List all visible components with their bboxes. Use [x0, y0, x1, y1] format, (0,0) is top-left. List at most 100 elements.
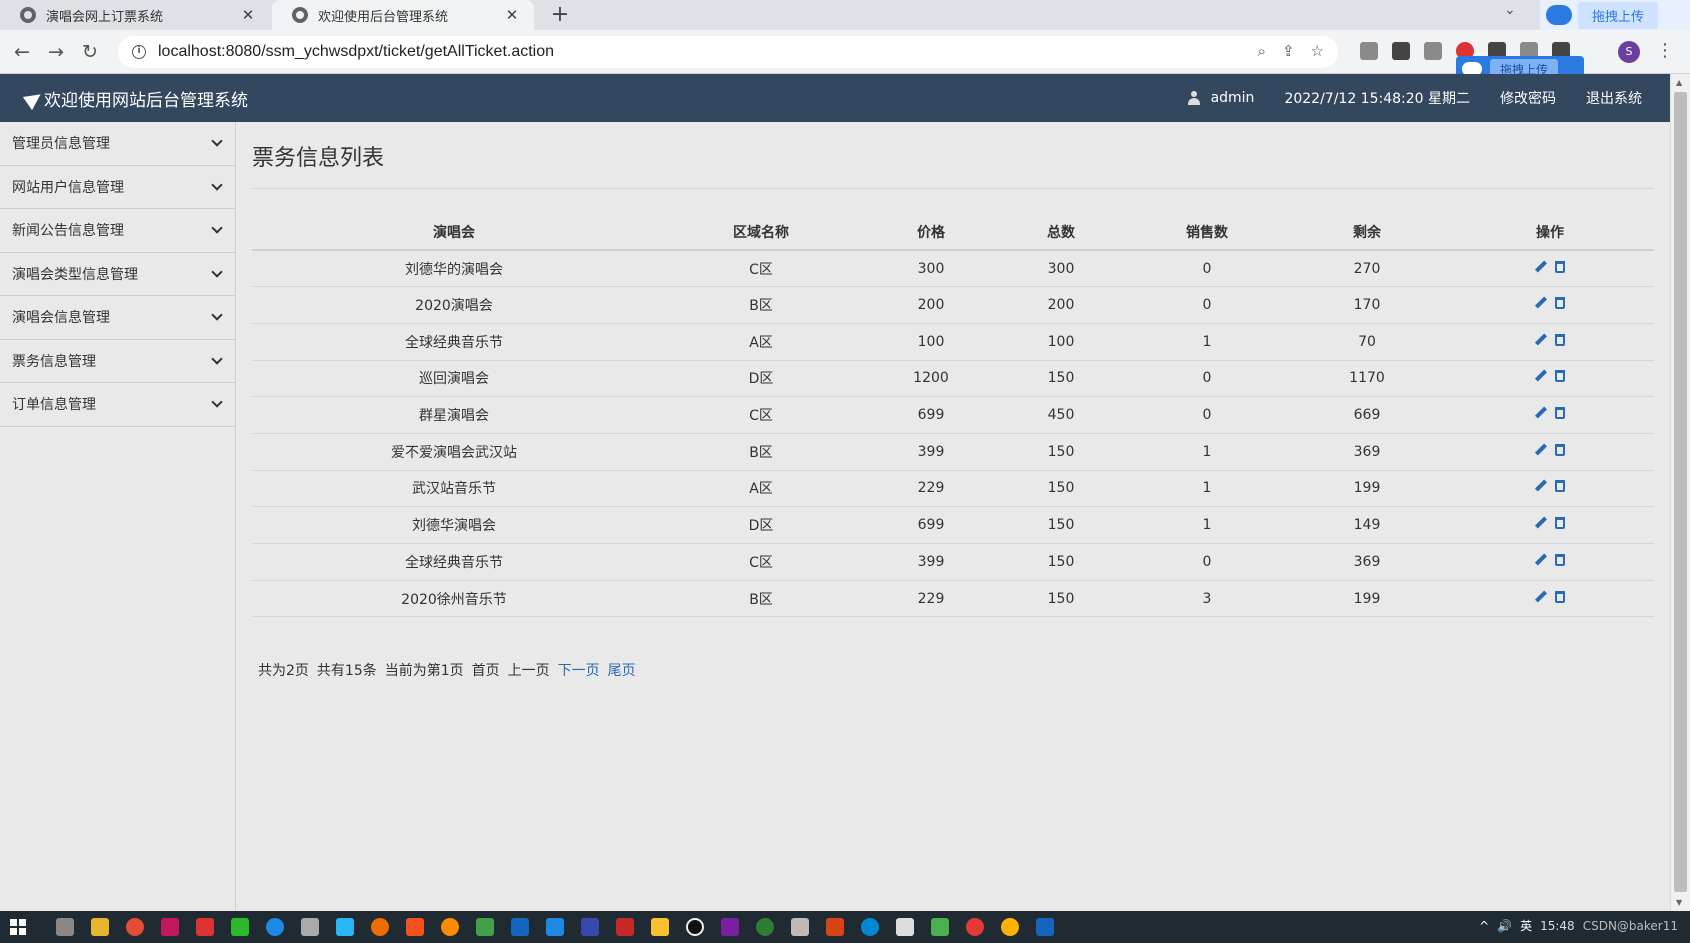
pager-next-link[interactable]: 下一页 [558, 660, 600, 680]
star-icon[interactable]: ☆ [1311, 42, 1324, 60]
app-icon[interactable] [581, 918, 599, 936]
more-menu-icon[interactable]: ⋮ [1656, 40, 1674, 61]
taskbar-clock[interactable]: 15:48 [1540, 919, 1575, 933]
cloud-icon [1546, 5, 1572, 25]
pager-last-link[interactable]: 尾页 [608, 660, 636, 680]
sidebar-item-concerts[interactable]: 演唱会信息管理 [0, 296, 235, 340]
chrome-icon[interactable] [126, 918, 144, 936]
qq-icon[interactable] [196, 918, 214, 936]
edit-icon[interactable] [1535, 554, 1547, 566]
app-icon[interactable] [791, 918, 809, 936]
app-icon[interactable] [651, 918, 669, 936]
sidebar-item-users[interactable]: 网站用户信息管理 [0, 166, 235, 209]
url-input[interactable]: i localhost:8080/ssm_ychwsdpxt/ticket/ge… [118, 36, 1338, 68]
trash-icon[interactable] [1555, 517, 1565, 530]
browser-tab-1[interactable]: 演唱会网上订票系统 ✕ [0, 0, 270, 30]
trash-icon[interactable] [1555, 553, 1565, 566]
sidebar-item-orders[interactable]: 订单信息管理 [0, 383, 235, 427]
image-icon[interactable] [1424, 42, 1442, 60]
sidebar-item-label: 演唱会信息管理 [12, 310, 110, 327]
volume-icon[interactable]: 🔊 [1497, 919, 1512, 933]
trash-icon[interactable] [1555, 407, 1565, 420]
edit-icon[interactable] [1535, 297, 1547, 309]
app-icon[interactable] [931, 918, 949, 936]
scroll-up-arrow-icon[interactable]: ▲ [1676, 78, 1682, 87]
app-icon[interactable] [161, 918, 179, 936]
app-icon[interactable] [826, 918, 844, 936]
windows-start-icon[interactable] [10, 919, 26, 935]
trash-icon[interactable] [1555, 480, 1565, 493]
edit-icon[interactable] [1535, 261, 1547, 273]
new-tab-button[interactable]: + [548, 2, 572, 27]
sidebar-item-admin[interactable]: 管理员信息管理 [0, 122, 235, 166]
tab-title: 欢迎使用后台管理系统 [318, 9, 449, 25]
page-title: 票务信息列表 [252, 146, 385, 171]
scroll-down-arrow-icon[interactable]: ▼ [1676, 898, 1682, 907]
table-cell: 150 [996, 360, 1126, 398]
chevron-down-icon[interactable]: ⌄ [1504, 2, 1516, 18]
info-icon[interactable]: i [132, 45, 146, 59]
edit-icon[interactable] [1535, 591, 1547, 603]
app-icon[interactable] [406, 918, 424, 936]
browser-tab-2[interactable]: 欢迎使用后台管理系统 ✕ [272, 0, 534, 30]
cloud-upload-button[interactable]: 拖拽上传 [1540, 0, 1690, 30]
reload-icon[interactable]: ↻ [76, 38, 104, 66]
trash-icon[interactable] [1555, 443, 1565, 456]
tray-chevron-up-icon[interactable]: ^ [1479, 919, 1489, 933]
app-icon[interactable] [721, 918, 739, 936]
edit-icon[interactable] [1535, 444, 1547, 456]
app-icon[interactable] [616, 918, 634, 936]
app-icon[interactable] [301, 918, 319, 936]
search-icon[interactable] [56, 918, 74, 936]
app-icon[interactable] [546, 918, 564, 936]
trash-icon[interactable] [1555, 590, 1565, 603]
app-icon[interactable] [511, 918, 529, 936]
sidebar-item-news[interactable]: 新闻公告信息管理 [0, 209, 235, 253]
back-arrow-icon[interactable]: ← [8, 38, 36, 66]
app-icon[interactable] [896, 918, 914, 936]
table-cell: 1200 [866, 360, 996, 398]
app-icon[interactable] [266, 918, 284, 936]
sidebar-item-tickets[interactable]: 票务信息管理 [0, 340, 235, 383]
profile-avatar[interactable]: S [1618, 41, 1640, 63]
close-icon[interactable]: ✕ [504, 6, 520, 24]
trash-icon[interactable] [1555, 260, 1565, 273]
wechat-icon[interactable] [231, 918, 249, 936]
sidebar-item-concert-types[interactable]: 演唱会类型信息管理 [0, 253, 235, 296]
word-icon[interactable] [1036, 918, 1054, 936]
change-password-link[interactable]: 修改密码 [1500, 88, 1556, 108]
table-cell: 200 [866, 286, 996, 324]
edge-icon[interactable] [861, 918, 879, 936]
forward-arrow-icon[interactable]: → [42, 38, 70, 66]
trash-icon[interactable] [1555, 297, 1565, 310]
page-scrollbar[interactable]: ▲ ▼ [1670, 74, 1690, 911]
file-explorer-icon[interactable] [91, 918, 109, 936]
edit-icon[interactable] [1535, 407, 1547, 419]
app-icon[interactable] [476, 918, 494, 936]
edit-icon[interactable] [1535, 517, 1547, 529]
sidebar-item-label: 演唱会类型信息管理 [12, 266, 138, 283]
scroll-thumb[interactable] [1674, 92, 1687, 892]
app-icon[interactable] [756, 918, 774, 936]
app-icon[interactable] [966, 918, 984, 936]
edit-icon[interactable] [1535, 370, 1547, 382]
app-icon[interactable] [336, 918, 354, 936]
ime-indicator[interactable]: 英 [1520, 917, 1532, 934]
user-menu[interactable]: admin [1187, 90, 1254, 106]
edit-icon[interactable] [1535, 334, 1547, 346]
app-icon[interactable] [1001, 918, 1019, 936]
cast-icon[interactable] [1360, 42, 1378, 60]
close-icon[interactable]: ✕ [240, 6, 256, 24]
trash-icon[interactable] [1555, 370, 1565, 383]
logout-link[interactable]: 退出系统 [1586, 88, 1642, 108]
app-icon[interactable] [441, 918, 459, 936]
chevron-down-icon [211, 222, 223, 234]
camera-icon[interactable] [1392, 42, 1410, 60]
app-icon[interactable] [686, 918, 704, 936]
trash-icon[interactable] [1555, 333, 1565, 346]
share-icon[interactable]: ⇪ [1282, 42, 1295, 60]
browser-tab-bar: 演唱会网上订票系统 ✕ 欢迎使用后台管理系统 ✕ + ⌄ 拖拽上传 [0, 0, 1690, 30]
edit-icon[interactable] [1535, 480, 1547, 492]
zoom-icon[interactable]: ⌕ [1258, 42, 1266, 60]
app-icon[interactable] [371, 918, 389, 936]
